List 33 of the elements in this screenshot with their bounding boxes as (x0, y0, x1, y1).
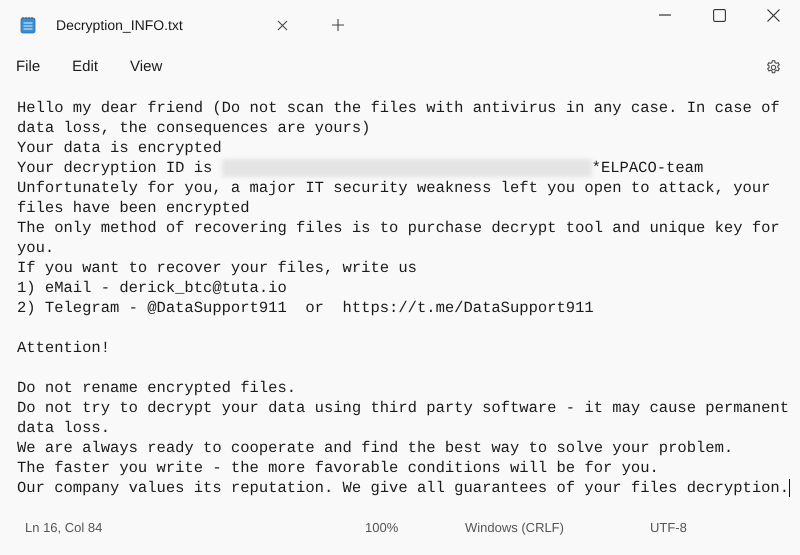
text-line: Your decryption ID is (17, 158, 214, 178)
text-line: The only method of recovering files is to purchase decrypt tool and unique key for (17, 218, 780, 238)
close-tab-button[interactable] (274, 18, 290, 32)
text-line: Your data is encrypted (17, 138, 222, 158)
close-icon (766, 8, 780, 22)
encoding: UTF-8 (650, 519, 687, 538)
zoom-level: 100% (365, 519, 400, 538)
text-line: If you want to recover your files, write us (17, 258, 417, 278)
text-line: Hello my dear friend (Do not scan the files with antivirus in any case. In case of (17, 98, 780, 118)
cursor-position: Ln 16, Col 84 (25, 519, 104, 538)
text-line: Do not try to decrypt your data using third party software - it may cause permanent (17, 398, 790, 418)
text-line: *ELPACO-team (592, 158, 704, 178)
text-line: files have been encrypted (17, 198, 250, 218)
new-tab-button[interactable] (330, 17, 346, 33)
menu-item[interactable]: View (120, 52, 172, 82)
text-line: The faster you write - the more favorable conditions will be for you. (17, 458, 659, 478)
text-line: Do not rename encrypted files. (17, 378, 296, 398)
menu-item[interactable]: Edit (62, 52, 108, 82)
notepad-icon (20, 16, 36, 34)
tab-title[interactable]: Decryption_INFO.txt (56, 14, 183, 36)
text-line: data loss. (17, 418, 110, 438)
text-line: Our company values its reputation. We give all guarantees of your files decryption. (17, 478, 790, 498)
text-line: data loss, the consequences are yours) (17, 118, 370, 138)
menu-item[interactable]: File (6, 52, 50, 82)
text-line: We are always ready to cooperate and find the best way to solve your problem. (17, 438, 734, 458)
text-line: Unfortunately for you, a major IT security weakness left you open to attack, your (17, 178, 770, 198)
text-line: 1) eMail - derick_btc@tuta.io (17, 278, 287, 298)
line-ending: Windows (CRLF) (465, 519, 565, 538)
text-line: 2) Telegram - @DataSupport911 or https://t.me/DataSupport911 (17, 298, 594, 318)
text-line: Attention! (17, 338, 110, 358)
maximize-icon (712, 8, 726, 22)
text-line: you. (17, 238, 54, 258)
minimize-icon (659, 14, 671, 16)
